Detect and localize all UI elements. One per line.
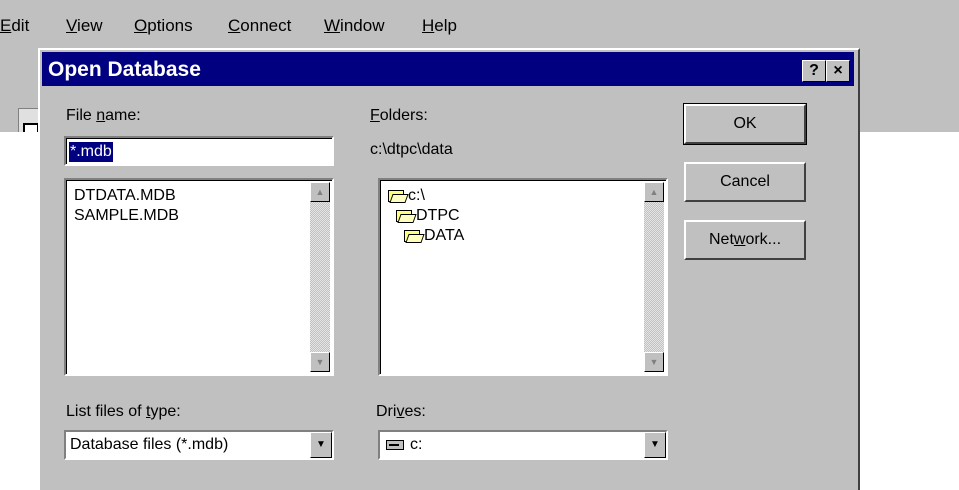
file-list[interactable]: DTDATA.MDB SAMPLE.MDB ▲ ▼ xyxy=(64,178,334,376)
drives-select[interactable]: c: ▼ xyxy=(378,430,668,460)
folder-tree[interactable]: c:\ DTPC DATA ▲ ▼ xyxy=(378,178,668,376)
drive-value: c: xyxy=(410,436,423,453)
file-type-select[interactable]: Database files (*.mdb) ▼ xyxy=(64,430,334,460)
file-item-sample[interactable]: SAMPLE.MDB xyxy=(74,206,179,226)
menu-bar: Edit View Options Connect Window Help xyxy=(0,0,959,40)
dropdown-arrow-icon[interactable]: ▼ xyxy=(310,432,332,458)
network-button[interactable]: Network... xyxy=(684,220,806,260)
menu-view[interactable]: View xyxy=(66,16,103,36)
file-type-label: List files of type: xyxy=(66,403,181,420)
menu-help[interactable]: Help xyxy=(422,16,457,36)
open-database-dialog: Open Database ? × File name: *.mdb DTDAT… xyxy=(38,48,860,490)
file-type-value: Database files (*.mdb) xyxy=(70,436,229,453)
folder-tree-scrollbar[interactable]: ▲ ▼ xyxy=(644,182,664,372)
help-icon[interactable]: ? xyxy=(802,60,826,82)
menu-options[interactable]: Options xyxy=(134,16,193,36)
ok-button[interactable]: OK xyxy=(683,103,807,145)
menu-connect[interactable]: Connect xyxy=(228,16,291,36)
folder-icon xyxy=(404,230,420,242)
menu-window[interactable]: Window xyxy=(324,16,384,36)
file-item-dtdata[interactable]: DTDATA.MDB xyxy=(74,186,176,206)
menu-edit[interactable]: Edit xyxy=(0,16,29,36)
folder-item-dtpc[interactable]: DTPC xyxy=(416,206,460,226)
scroll-down-arrow-icon[interactable]: ▼ xyxy=(310,352,330,372)
folder-icon xyxy=(388,190,404,202)
scroll-down-arrow-icon[interactable]: ▼ xyxy=(644,352,664,372)
dialog-title: Open Database xyxy=(48,58,201,81)
scroll-up-arrow-icon[interactable]: ▲ xyxy=(644,182,664,202)
close-icon[interactable]: × xyxy=(826,60,850,82)
dialog-titlebar: Open Database ? × xyxy=(42,52,854,86)
current-folder-path: c:\dtpc\data xyxy=(370,141,453,158)
dropdown-arrow-icon[interactable]: ▼ xyxy=(644,432,666,458)
scroll-up-arrow-icon[interactable]: ▲ xyxy=(310,182,330,202)
file-name-input[interactable]: *.mdb xyxy=(64,136,334,166)
folder-item-c[interactable]: c:\ xyxy=(408,186,425,206)
hard-drive-icon xyxy=(386,440,404,450)
folder-item-data[interactable]: DATA xyxy=(424,226,464,246)
file-name-label: File name: xyxy=(66,107,141,124)
file-list-scrollbar[interactable]: ▲ ▼ xyxy=(310,182,330,372)
file-name-value: *.mdb xyxy=(69,142,113,162)
cancel-button[interactable]: Cancel xyxy=(684,162,806,202)
folders-label: Folders: xyxy=(370,107,428,124)
folder-icon xyxy=(396,210,412,222)
drives-label: Drives: xyxy=(376,403,426,420)
